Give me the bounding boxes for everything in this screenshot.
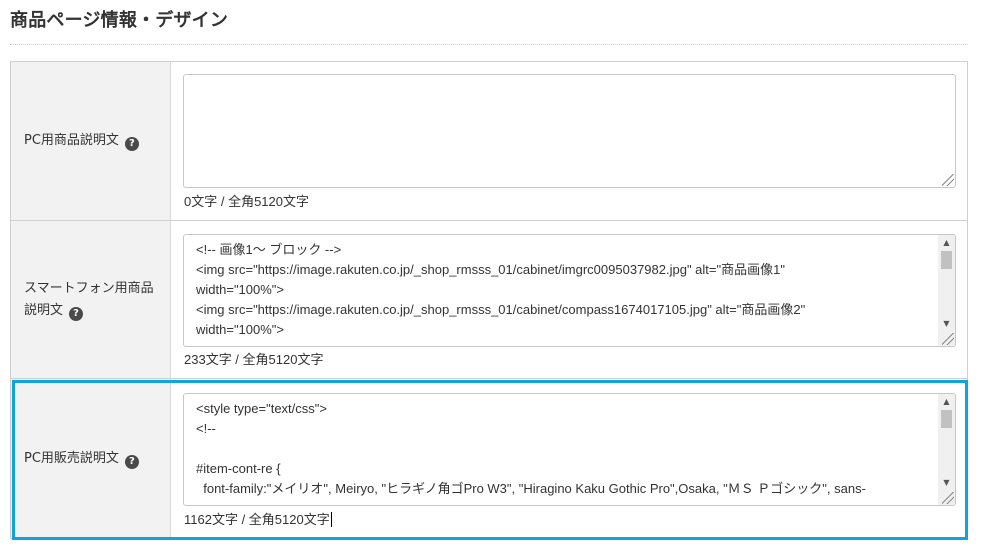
field-label-smartphone-product-description: スマートフォン用商品説明文 bbox=[24, 280, 154, 318]
character-count: 0文字 / 全角5120文字 bbox=[184, 194, 309, 209]
scroll-thumb[interactable] bbox=[941, 410, 952, 428]
scrollbar[interactable]: ▲ ▼ bbox=[938, 394, 955, 505]
textarea-value: <!-- 画像1～ ブロック --> <img src="https://ima… bbox=[196, 242, 806, 337]
row-pc-sales-description: PC用販売説明文? <style type="text/css"> <!-- #… bbox=[11, 379, 967, 538]
character-count-line: 1162文字 / 全角5120文字 bbox=[184, 509, 332, 528]
section-title: 商品ページ情報・デザイン bbox=[10, 10, 229, 31]
textarea-value: <style type="text/css"> <!-- #item-cont-… bbox=[196, 401, 866, 496]
scroll-up-arrow-icon[interactable]: ▲ bbox=[938, 395, 955, 409]
character-count: 1162文字 / 全角5120文字 bbox=[184, 512, 330, 527]
smartphone-product-description-textarea[interactable]: <!-- 画像1～ ブロック --> <img src="https://ima… bbox=[183, 234, 956, 347]
row-pc-product-description: PC用商品説明文? 0文字 / 全角5120文字 bbox=[11, 62, 967, 221]
help-icon[interactable]: ? bbox=[69, 306, 84, 321]
character-count: 233文字 / 全角5120文字 bbox=[184, 352, 324, 367]
scroll-up-arrow-icon[interactable]: ▲ bbox=[938, 236, 955, 250]
scroll-down-arrow-icon[interactable]: ▼ bbox=[938, 317, 955, 331]
text-cursor bbox=[330, 512, 332, 527]
resize-handle[interactable] bbox=[942, 492, 954, 504]
row-smartphone-product-description: スマートフォン用商品説明文? <!-- 画像1～ ブロック --> <img s… bbox=[11, 221, 967, 379]
label-cell: PC用販売説明文? bbox=[11, 379, 171, 538]
resize-handle[interactable] bbox=[942, 174, 954, 186]
help-icon[interactable]: ? bbox=[124, 137, 139, 151]
resize-handle[interactable] bbox=[942, 333, 954, 345]
pc-sales-description-textarea[interactable]: <style type="text/css"> <!-- #item-cont-… bbox=[183, 393, 956, 506]
form-table: PC用商品説明文? 0文字 / 全角5120文字 スマートフォン用商品説明文? … bbox=[10, 61, 968, 539]
pc-product-description-textarea[interactable] bbox=[183, 74, 956, 188]
label-cell: PC用商品説明文? bbox=[11, 62, 171, 220]
scroll-thumb[interactable] bbox=[941, 251, 952, 269]
label-cell: スマートフォン用商品説明文? bbox=[11, 221, 171, 378]
field-label-pc-product-description: PC用商品説明文 bbox=[24, 133, 119, 148]
field-label-pc-sales-description: PC用販売説明文 bbox=[24, 450, 119, 466]
scrollbar[interactable]: ▲ ▼ bbox=[938, 235, 955, 346]
scroll-down-arrow-icon[interactable]: ▼ bbox=[938, 476, 955, 490]
help-icon[interactable]: ? bbox=[124, 454, 139, 469]
title-divider bbox=[10, 44, 968, 45]
